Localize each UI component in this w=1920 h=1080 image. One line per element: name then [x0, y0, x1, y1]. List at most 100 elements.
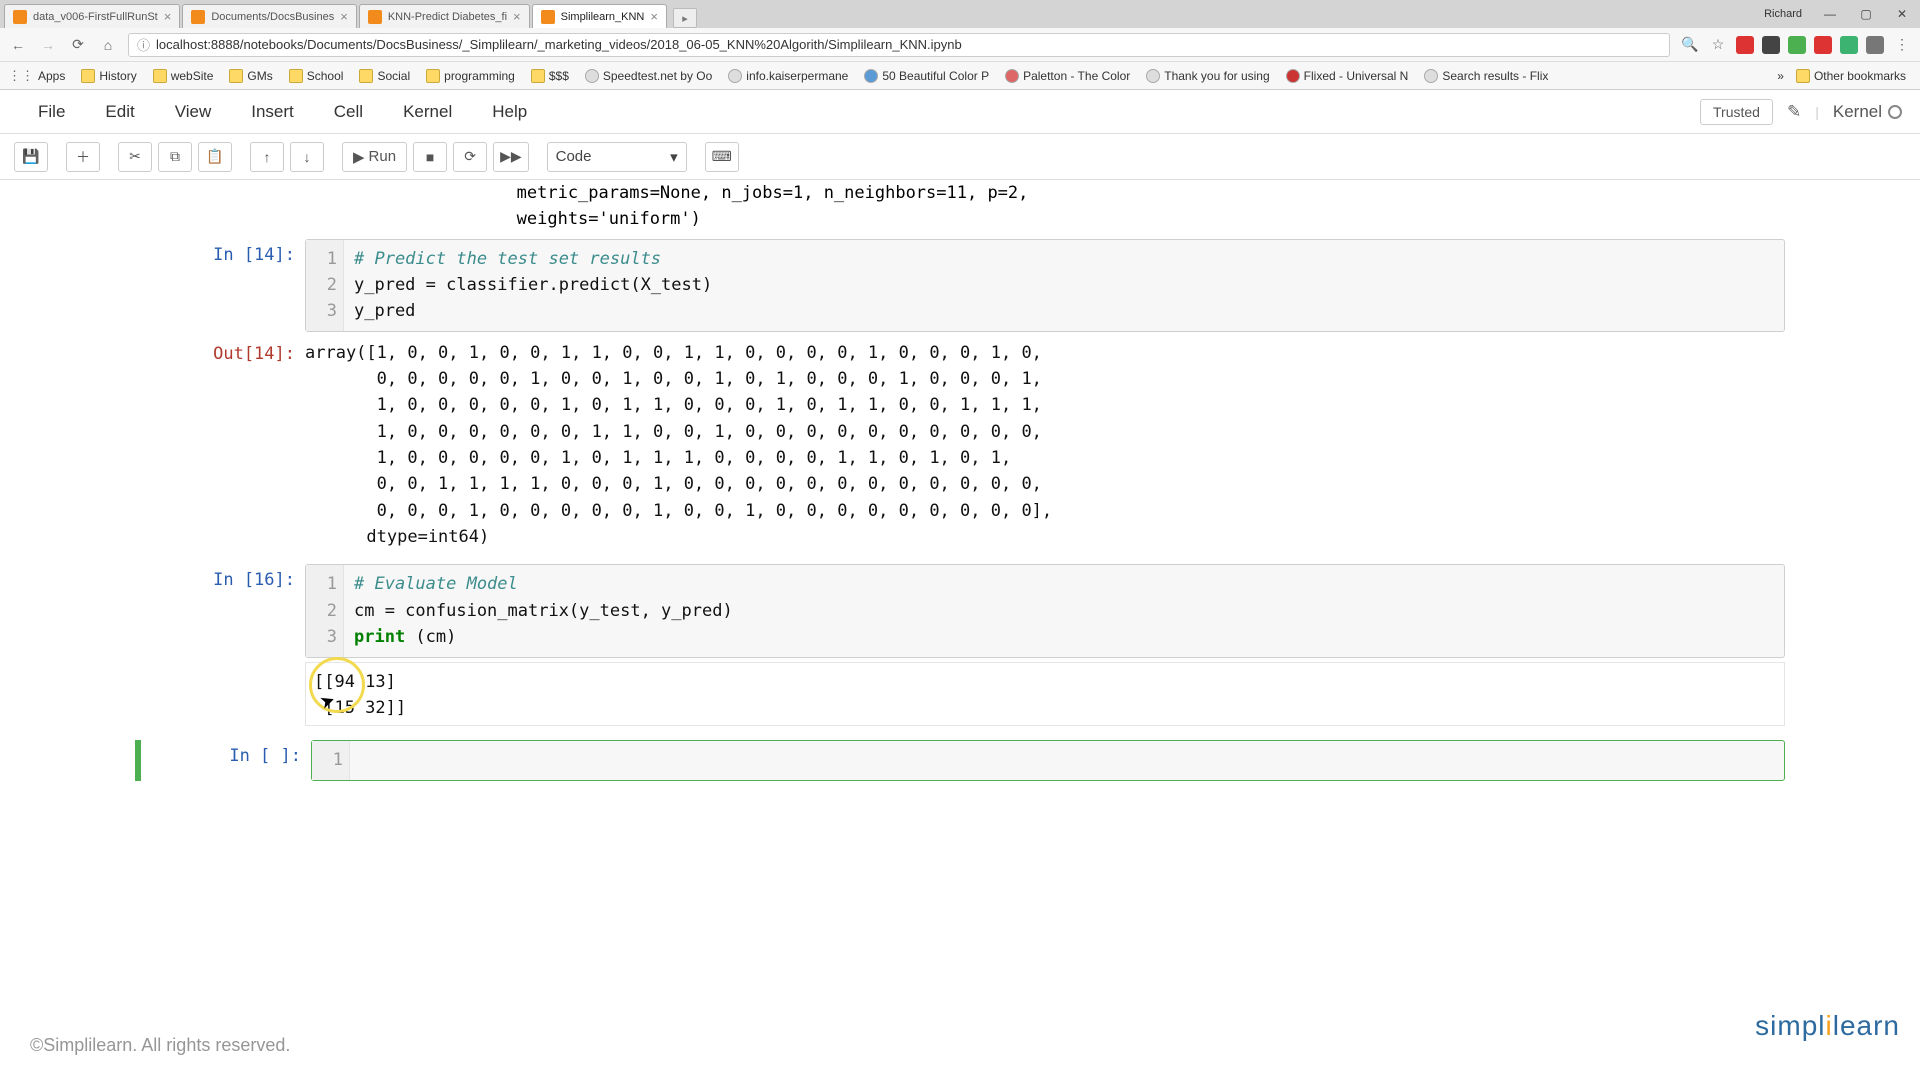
browser-tab-strip: data_v006-FirstFullRunSt× Documents/Docs… — [0, 0, 1920, 28]
menu-help[interactable]: Help — [472, 96, 547, 128]
kernel-idle-icon — [1888, 105, 1902, 119]
close-icon[interactable]: × — [644, 9, 658, 24]
line-gutter: 1 — [312, 741, 350, 779]
close-window-icon[interactable]: ✕ — [1884, 0, 1920, 28]
tab-label: data_v006-FirstFullRunSt — [33, 11, 158, 23]
bookmark[interactable]: webSite — [147, 67, 220, 85]
menu-icon[interactable]: ⋮ — [1892, 36, 1912, 53]
output-cell: Out[14]: array([1, 0, 0, 1, 0, 0, 1, 1, … — [135, 338, 1785, 551]
maximize-icon[interactable]: ▢ — [1848, 0, 1884, 28]
bookmark[interactable]: Thank you for using — [1140, 67, 1275, 85]
input-prompt: In [14]: — [135, 239, 305, 332]
extension-icon[interactable] — [1840, 36, 1858, 54]
bookmark[interactable]: $$$ — [525, 67, 575, 85]
output-prompt: Out[14]: — [135, 338, 305, 551]
kernel-indicator[interactable]: Kernel — [1833, 102, 1902, 122]
move-up-button[interactable]: ↑ — [250, 142, 284, 172]
command-palette-button[interactable]: ⌨ — [705, 142, 739, 172]
browser-tab[interactable]: KNN-Predict Diabetes_fi× — [359, 4, 530, 28]
bookmark[interactable]: Social — [353, 67, 416, 85]
menu-edit[interactable]: Edit — [85, 96, 154, 128]
apps-icon[interactable]: ⋮⋮ — [8, 68, 28, 84]
address-bar[interactable]: ⓘlocalhost:8888/notebooks/Documents/Docs… — [128, 33, 1670, 57]
bookmark[interactable]: Paletton - The Color — [999, 67, 1136, 85]
other-bookmarks[interactable]: Other bookmarks — [1790, 67, 1912, 85]
forward-icon[interactable]: → — [38, 37, 58, 53]
copy-button[interactable]: ⧉ — [158, 142, 192, 172]
paste-button[interactable]: 📋 — [198, 142, 232, 172]
extension-icon[interactable] — [1736, 36, 1754, 54]
minimize-icon[interactable]: — — [1812, 0, 1848, 28]
close-icon[interactable]: × — [334, 9, 348, 24]
output-text: [[94 13] [15 32]] — [314, 667, 1776, 722]
bookmark[interactable]: Speedtest.net by Oo — [579, 67, 718, 85]
bookmark[interactable]: History — [75, 67, 142, 85]
extension-icon[interactable] — [1866, 36, 1884, 54]
back-icon[interactable]: ← — [8, 37, 28, 53]
url: localhost:8888/notebooks/Documents/DocsB… — [156, 37, 962, 52]
bookmark-bar: ⋮⋮ Apps History webSite GMs School Socia… — [0, 62, 1920, 90]
bookmark[interactable]: programming — [420, 67, 521, 85]
edit-icon[interactable]: ✎ — [1787, 102, 1801, 122]
jupyter-menubar: File Edit View Insert Cell Kernel Help T… — [0, 90, 1920, 134]
close-icon[interactable]: × — [158, 9, 172, 24]
browser-tab[interactable]: Documents/DocsBusines× — [182, 4, 356, 28]
input-prompt: In [ ]: — [141, 740, 311, 780]
code-cell[interactable]: In [16]: 1 2 3 # Evaluate Model cm = con… — [135, 564, 1785, 657]
output-text: metric_params=None, n_jobs=1, n_neighbor… — [275, 180, 1785, 233]
code-cell-active[interactable]: In [ ]: 1 — [135, 740, 1785, 780]
bookmark[interactable]: Flixed - Universal N — [1280, 67, 1415, 85]
reload-icon[interactable]: ⟳ — [68, 36, 88, 53]
cell-type-select[interactable]: Code▾ — [547, 142, 687, 172]
menu-view[interactable]: View — [155, 96, 232, 128]
code-editor[interactable] — [350, 741, 1784, 779]
menu-kernel[interactable]: Kernel — [383, 96, 472, 128]
footer-copyright: ©Simplilearn. All rights reserved. — [30, 1035, 290, 1056]
line-gutter: 1 2 3 — [306, 565, 344, 656]
tab-label: KNN-Predict Diabetes_fi — [388, 11, 507, 23]
home-icon[interactable]: ⌂ — [98, 37, 118, 53]
tab-label: Documents/DocsBusines — [211, 11, 334, 23]
bookmark[interactable]: 50 Beautiful Color P — [858, 67, 995, 85]
tab-label: Simplilearn_KNN — [561, 11, 645, 23]
extension-icon[interactable] — [1788, 36, 1806, 54]
menu-cell[interactable]: Cell — [314, 96, 383, 128]
input-prompt: In [16]: — [135, 564, 305, 657]
line-gutter: 1 2 3 — [306, 240, 344, 331]
code-editor[interactable]: # Predict the test set results y_pred = … — [344, 240, 1784, 331]
menu-insert[interactable]: Insert — [231, 96, 314, 128]
cut-button[interactable]: ✂ — [118, 142, 152, 172]
restart-run-all-button[interactable]: ▶▶ — [493, 142, 529, 172]
code-cell[interactable]: In [14]: 1 2 3 # Predict the test set re… — [135, 239, 1785, 332]
search-icon[interactable]: 🔍 — [1680, 36, 1700, 53]
extension-icon[interactable] — [1762, 36, 1780, 54]
bookmark[interactable]: info.kaiserpermane — [722, 67, 854, 85]
browser-nav-bar: ← → ⟳ ⌂ ⓘlocalhost:8888/notebooks/Docume… — [0, 28, 1920, 62]
code-editor[interactable]: # Evaluate Model cm = confusion_matrix(y… — [344, 565, 1784, 656]
close-icon[interactable]: × — [507, 9, 521, 24]
bookmark[interactable]: Search results - Flix — [1418, 67, 1554, 85]
bookmark[interactable]: School — [283, 67, 350, 85]
save-button[interactable]: 💾 — [14, 142, 48, 172]
trusted-button[interactable]: Trusted — [1700, 99, 1773, 125]
output-cell: [[94 13] [15 32]] ➤ — [135, 662, 1785, 727]
extension-icon[interactable] — [1814, 36, 1832, 54]
run-button[interactable]: ▶ Run — [342, 142, 407, 172]
bookmark[interactable]: Apps — [32, 67, 71, 85]
bookmark-overflow[interactable]: » — [1777, 69, 1784, 83]
window-controls: — ▢ ✕ — [1812, 0, 1920, 28]
restart-button[interactable]: ⟳ — [453, 142, 487, 172]
interrupt-button[interactable]: ■ — [413, 142, 447, 172]
watermark-logo: simplilearn — [1755, 1010, 1900, 1042]
output-text: array([1, 0, 0, 1, 0, 0, 1, 1, 0, 0, 1, … — [305, 338, 1052, 551]
menu-file[interactable]: File — [18, 96, 85, 128]
browser-tab-active[interactable]: Simplilearn_KNN× — [532, 4, 667, 28]
move-down-button[interactable]: ↓ — [290, 142, 324, 172]
add-cell-button[interactable]: ＋ — [66, 142, 100, 172]
star-icon[interactable]: ☆ — [1708, 36, 1728, 53]
profile-name[interactable]: Richard — [1754, 8, 1812, 20]
new-tab-button[interactable]: ▸ — [673, 8, 697, 28]
browser-tab[interactable]: data_v006-FirstFullRunSt× — [4, 4, 180, 28]
jupyter-toolbar: 💾 ＋ ✂ ⧉ 📋 ↑ ↓ ▶ Run ■ ⟳ ▶▶ Code▾ ⌨ — [0, 134, 1920, 180]
bookmark[interactable]: GMs — [223, 67, 278, 85]
